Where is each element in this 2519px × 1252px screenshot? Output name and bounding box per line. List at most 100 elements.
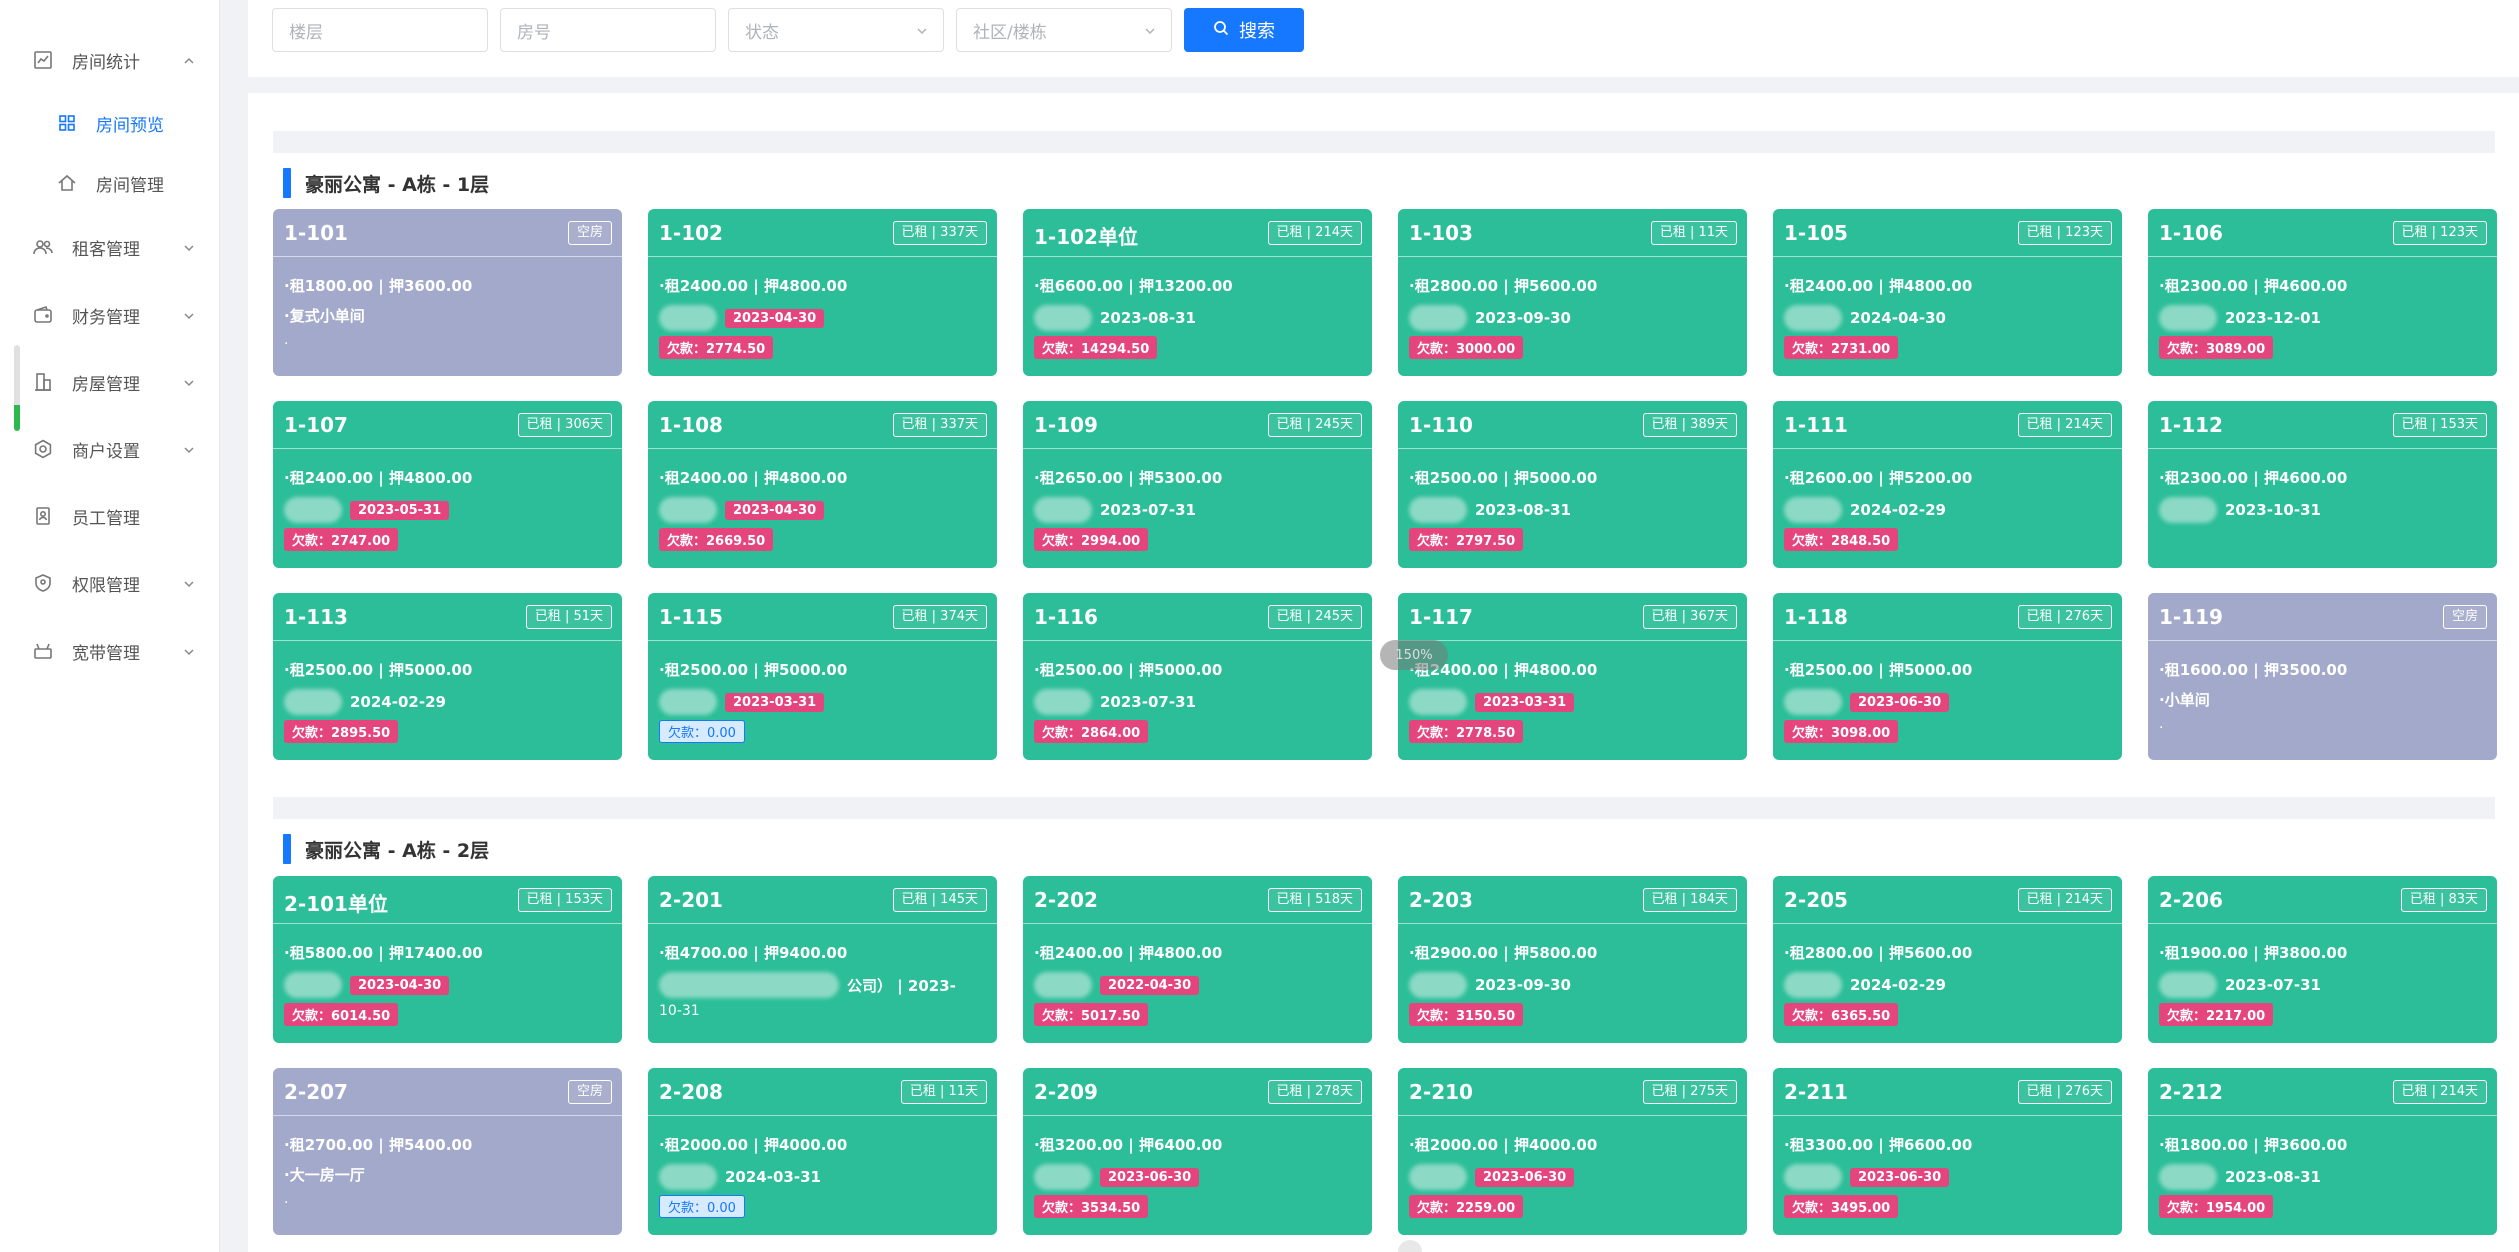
room-status-badge: 已租 | 374天: [892, 605, 987, 629]
debt-badge: 欠款：2797.50: [1409, 528, 1524, 551]
sidebar-item-merchant-settings[interactable]: 商户设置: [0, 429, 220, 469]
card-divider: [1023, 640, 1372, 641]
room-status-badge: 已租 | 214天: [2017, 888, 2112, 912]
room-card[interactable]: 1-115 已租 | 374天 ·租2500.00 | 押5000.00 2023-0…: [648, 593, 997, 760]
room-card[interactable]: 1-113 已租 | 51天 ·租2500.00 | 押5000.00 2024-02…: [273, 593, 622, 760]
room-number: 1-105: [1784, 221, 1848, 245]
debt-badge: 欠款：5017.50: [1034, 1003, 1149, 1026]
sidebar-item-room-preview[interactable]: 房间预览: [0, 103, 220, 143]
room-number-input[interactable]: 房号: [500, 8, 716, 52]
room-card[interactable]: 1-112 已租 | 153天 ·租2300.00 | 押4600.00 2023-1…: [2148, 401, 2497, 568]
room-card[interactable]: 1-117 已租 | 367天 ·租2400.00 | 押4800.00 2023-0…: [1398, 593, 1747, 760]
sidebar-item-finance-management[interactable]: 财务管理: [0, 295, 220, 335]
scrollbar-thumb[interactable]: [14, 345, 20, 431]
debt-badge: 欠款：3089.00: [2159, 336, 2274, 359]
room-card[interactable]: 1-107 已租 | 306天 ·租2400.00 | 押4800.00 2023-0…: [273, 401, 622, 568]
lease-end-date: 2023-09-30: [1475, 976, 1571, 994]
card-divider: [1398, 1115, 1747, 1116]
room-status-badge: 已租 | 245天: [1267, 413, 1362, 437]
room-card[interactable]: 2-210 已租 | 275天 ·租2000.00 | 押4000.00 2023-0…: [1398, 1068, 1747, 1235]
sidebar-item-broadband-management[interactable]: 宽带管理: [0, 631, 220, 671]
redacted-block: [659, 305, 717, 331]
room-card[interactable]: 1-102 已租 | 337天 ·租2400.00 | 押4800.00 2023-0…: [648, 209, 997, 376]
debt-line: 欠款：2848.50: [1784, 528, 1899, 551]
room-card[interactable]: 1-111 已租 | 214天 ·租2600.00 | 押5200.00 2024-0…: [1773, 401, 2122, 568]
debt-line: 欠款：2731.00: [1784, 336, 1899, 359]
room-status-badge: 已租 | 153天: [2392, 413, 2487, 437]
sidebar-item-label: 房屋管理: [72, 374, 140, 395]
room-number: 1-101: [284, 221, 348, 245]
room-card[interactable]: 2-212 已租 | 214天 ·租1800.00 | 押3600.00 2023-0…: [2148, 1068, 2497, 1235]
card-divider: [648, 448, 997, 449]
debt-badge: 欠款：2669.50: [659, 528, 774, 551]
room-number: 2-202: [1034, 888, 1098, 912]
room-card[interactable]: 2-206 已租 | 83天 ·租1900.00 | 押3800.00 2023-07…: [2148, 876, 2497, 1043]
debt-line: 欠款：1954.00: [2159, 1195, 2274, 1218]
debt-badge: 欠款：2895.50: [284, 720, 399, 743]
rent-deposit-text: ·租2600.00 | 押5200.00: [1784, 469, 1973, 487]
room-card[interactable]: 1-101 空房 ·租1800.00 | 押3600.00 ·复式小单间 ·: [273, 209, 622, 376]
room-card[interactable]: 1-118 已租 | 276天 ·租2500.00 | 押5000.00 2023-0…: [1773, 593, 2122, 760]
status-select[interactable]: 状态: [728, 8, 944, 52]
room-status-badge: 已租 | 337天: [892, 221, 987, 245]
sidebar-item-room-stats[interactable]: 房间统计: [0, 40, 220, 80]
room-card[interactable]: 1-108 已租 | 337天 ·租2400.00 | 押4800.00 2023-0…: [648, 401, 997, 568]
redacted-block: [1034, 497, 1092, 523]
sidebar-item-property-management[interactable]: 房屋管理: [0, 362, 220, 402]
room-card[interactable]: 2-211 已租 | 276天 ·租3300.00 | 押6600.00 2023-0…: [1773, 1068, 2122, 1235]
lease-end-line: 2023-06-30: [1034, 1164, 1200, 1190]
lease-end-date: 2023-08-31: [1100, 309, 1196, 327]
room-card[interactable]: 2-208 已租 | 11天 ·租2000.00 | 押4000.00 2024-03…: [648, 1068, 997, 1235]
sidebar-item-permission-management[interactable]: 权限管理: [0, 563, 220, 603]
room-status-badge: 已租 | 276天: [2017, 1080, 2112, 1104]
search-button[interactable]: 搜索: [1184, 8, 1304, 52]
room-card[interactable]: 2-202 已租 | 518天 ·租2400.00 | 押4800.00 2022-0…: [1023, 876, 1372, 1043]
debt-line: 欠款：2747.00: [284, 528, 399, 551]
room-status-badge: 已租 | 214天: [2017, 413, 2112, 437]
debt-line: 欠款：0.00: [659, 720, 745, 743]
room-card[interactable]: 2-101单位 已租 | 153天 ·租5800.00 | 押17400.00 202…: [273, 876, 622, 1043]
room-status-badge: 空房: [567, 221, 612, 245]
card-divider: [2148, 256, 2497, 257]
sidebar-item-staff-management[interactable]: 员工管理: [0, 496, 220, 536]
room-card[interactable]: 2-203 已租 | 184天 ·租2900.00 | 押5800.00 2023-0…: [1398, 876, 1747, 1043]
lease-end-line: 2023-07-31: [1034, 689, 1196, 715]
sidebar-item-label: 租客管理: [72, 239, 140, 260]
lease-end-line: 2023-04-30: [284, 972, 450, 998]
debt-line: 欠款：14294.50: [1034, 336, 1158, 359]
room-card[interactable]: 1-109 已租 | 245天 ·租2650.00 | 押5300.00 2023-0…: [1023, 401, 1372, 568]
room-card[interactable]: 2-205 已租 | 214天 ·租2800.00 | 押5600.00 2024-0…: [1773, 876, 2122, 1043]
chevron-down-icon: [182, 308, 196, 322]
room-card[interactable]: 1-103 已租 | 11天 ·租2800.00 | 押5600.00 2023-09…: [1398, 209, 1747, 376]
card-divider: [2148, 640, 2497, 641]
room-number: 1-111: [1784, 413, 1848, 437]
room-card[interactable]: 1-105 已租 | 123天 ·租2400.00 | 押4800.00 2024-0…: [1773, 209, 2122, 376]
room-card[interactable]: 2-207 空房 ·租2700.00 | 押5400.00 ·大一房一厅 ·: [273, 1068, 622, 1235]
sidebar-item-room-management[interactable]: 房间管理: [0, 163, 220, 203]
lease-end-date: 2024-02-29: [1850, 976, 1946, 994]
card-divider: [273, 448, 622, 449]
room-card[interactable]: 1-110 已租 | 389天 ·租2500.00 | 押5000.00 2023-0…: [1398, 401, 1747, 568]
floor-placeholder: 楼层: [289, 22, 323, 43]
room-card[interactable]: 1-119 空房 ·租1600.00 | 押3500.00 ·小单间 ·: [2148, 593, 2497, 760]
room-card[interactable]: 2-209 已租 | 278天 ·租3200.00 | 押6400.00 2023-0…: [1023, 1068, 1372, 1235]
room-number: 1-110: [1409, 413, 1473, 437]
card-divider: [273, 1115, 622, 1116]
sidebar-item-tenant-management[interactable]: 租客管理: [0, 227, 220, 267]
community-placeholder: 社区/楼栋: [973, 22, 1047, 43]
room-number: 2-203: [1409, 888, 1473, 912]
room-card[interactable]: 1-116 已租 | 245天 ·租2500.00 | 押5000.00 2023-0…: [1023, 593, 1372, 760]
debt-line: 欠款：2774.50: [659, 336, 774, 359]
shield-icon: [32, 572, 54, 594]
room-number: 1-116: [1034, 605, 1098, 629]
chevron-down-icon: [1143, 23, 1157, 37]
debt-badge: 欠款：3150.50: [1409, 1003, 1524, 1026]
community-building-select[interactable]: 社区/楼栋: [956, 8, 1172, 52]
room-card[interactable]: 1-102单位 已租 | 214天 ·租6600.00 | 押13200.00 202…: [1023, 209, 1372, 376]
room-number: 1-109: [1034, 413, 1098, 437]
floor-input[interactable]: 楼层: [272, 8, 488, 52]
room-card[interactable]: 2-201 已租 | 145天 ·租4700.00 | 押9400.00 公司） | …: [648, 876, 997, 1043]
room-card[interactable]: 1-106 已租 | 123天 ·租2300.00 | 押4600.00 2023-1…: [2148, 209, 2497, 376]
debt-line: 欠款：3089.00: [2159, 336, 2274, 359]
card-divider: [1398, 256, 1747, 257]
